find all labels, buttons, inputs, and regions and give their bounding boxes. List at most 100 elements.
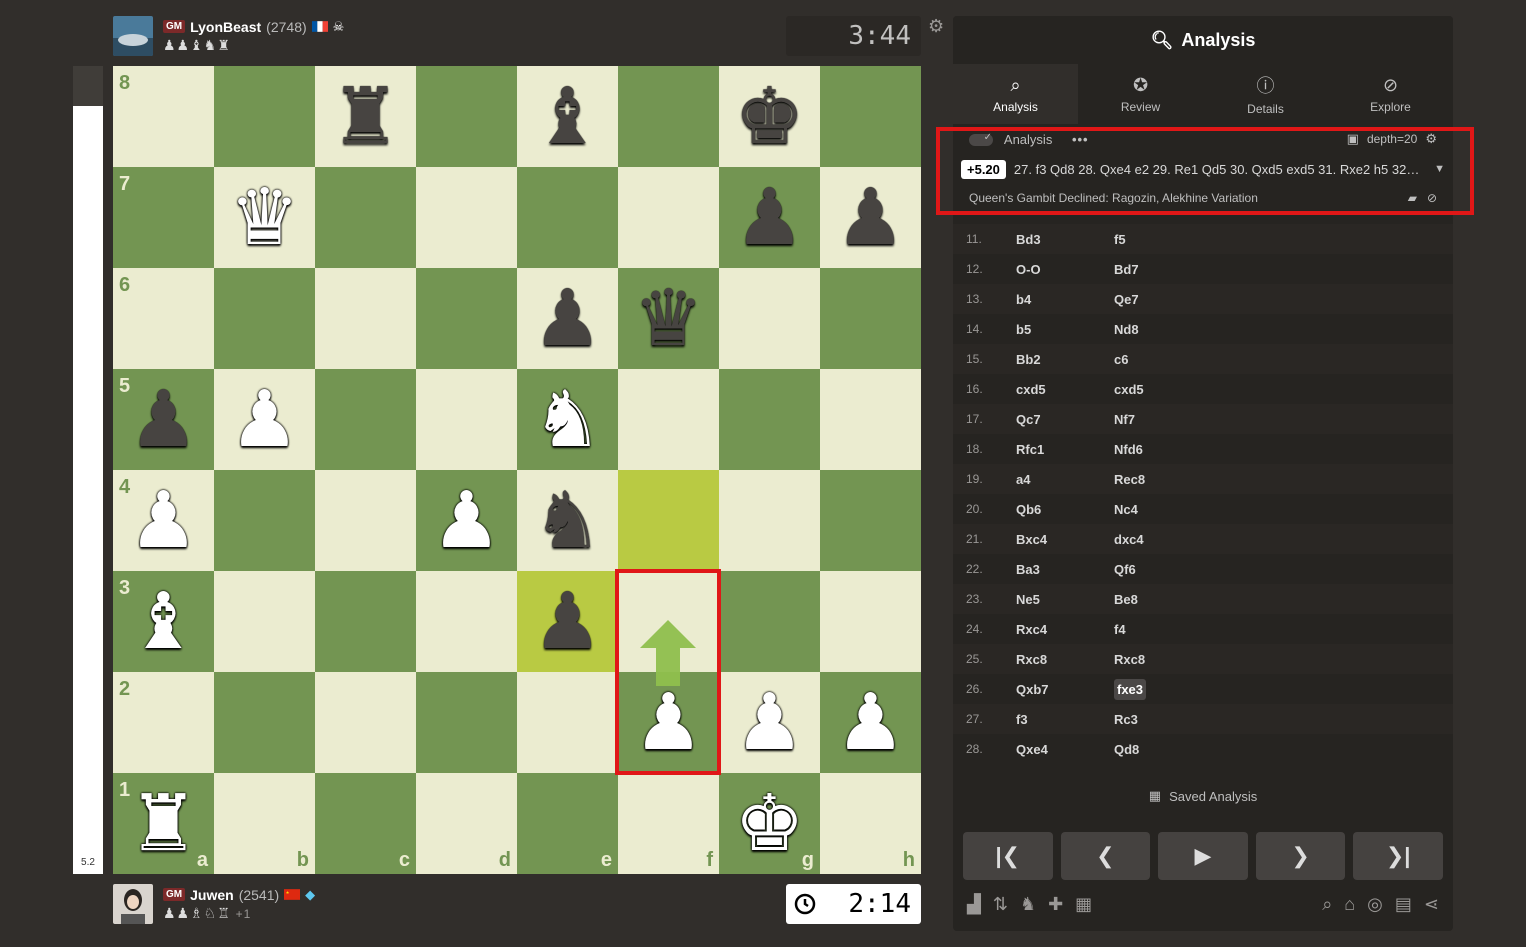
square-c3[interactable]	[315, 571, 416, 672]
square-a3[interactable]: 3 ♝	[113, 571, 214, 672]
square-a7[interactable]: 7	[113, 167, 214, 268]
square-c7[interactable]	[315, 167, 416, 268]
zoom-icon[interactable]: ⌕	[1322, 894, 1332, 918]
chess-board[interactable]: 8 ♜ ♝ ♚ 7 ♛ ♟ ♟ 6 ♟ ♛ 5 ♟ ♟ ♞ 4 ♟ ♟ ♞ 3 ♝ ♟ 2 ♟ ♟ ♟ 1 a ♜ b c d e f g ♚ h	[113, 66, 921, 874]
avatar[interactable]	[113, 16, 153, 56]
square-g5[interactable]	[719, 369, 820, 470]
white-pawn-icon[interactable]: ♟	[230, 381, 300, 459]
black-king-icon[interactable]: ♚	[735, 78, 805, 156]
black-pawn-icon[interactable]: ♟	[735, 179, 805, 257]
last-move-button[interactable]: ❯|	[1353, 832, 1443, 880]
library-icon[interactable]: ⌂	[1344, 894, 1355, 918]
black-rook-icon[interactable]: ♜	[331, 78, 401, 156]
flip-board-icon[interactable]: ⇅	[993, 894, 1008, 918]
square-h8[interactable]	[820, 66, 921, 167]
square-c5[interactable]	[315, 369, 416, 470]
square-b2[interactable]	[214, 672, 315, 773]
square-h5[interactable]	[820, 369, 921, 470]
square-h1[interactable]: h	[820, 773, 921, 874]
square-d5[interactable]	[416, 369, 517, 470]
black-move[interactable]: Qd8	[1114, 742, 1139, 757]
square-b8[interactable]	[214, 66, 315, 167]
white-move[interactable]: a4	[1016, 472, 1114, 487]
black-move[interactable]: Qe7	[1114, 292, 1139, 307]
black-move[interactable]: c6	[1114, 352, 1128, 367]
square-h4[interactable]	[820, 470, 921, 571]
square-b3[interactable]	[214, 571, 315, 672]
square-g7[interactable]: ♟	[719, 167, 820, 268]
white-move[interactable]: Qc7	[1016, 412, 1114, 427]
square-b7[interactable]: ♛	[214, 167, 315, 268]
square-g2[interactable]: ♟	[719, 672, 820, 773]
square-d3[interactable]	[416, 571, 517, 672]
white-pawn-icon[interactable]: ♟	[836, 684, 906, 762]
square-h2[interactable]: ♟	[820, 672, 921, 773]
square-d7[interactable]	[416, 167, 517, 268]
square-a4[interactable]: 4 ♟	[113, 470, 214, 571]
white-move[interactable]: O-O	[1016, 262, 1114, 277]
black-pawn-icon[interactable]: ♟	[533, 583, 603, 661]
square-g3[interactable]	[719, 571, 820, 672]
black-move[interactable]: Rc3	[1114, 712, 1138, 727]
square-b5[interactable]: ♟	[214, 369, 315, 470]
square-g4[interactable]	[719, 470, 820, 571]
white-pawn-icon[interactable]: ♟	[129, 482, 199, 560]
white-move[interactable]: b5	[1016, 322, 1114, 337]
white-move[interactable]: Ba3	[1016, 562, 1114, 577]
board-settings-gear-icon[interactable]: ⚙	[928, 16, 944, 37]
target-icon[interactable]: ◎	[1367, 894, 1383, 918]
square-a6[interactable]: 6	[113, 268, 214, 369]
tab-explore[interactable]: ⊘ Explore	[1328, 64, 1453, 124]
square-d2[interactable]	[416, 672, 517, 773]
square-e1[interactable]: e	[517, 773, 618, 874]
square-b4[interactable]	[214, 470, 315, 571]
square-d6[interactable]	[416, 268, 517, 369]
white-bishop-icon[interactable]: ♝	[129, 583, 199, 661]
square-g1[interactable]: g ♚	[719, 773, 820, 874]
black-move[interactable]: f4	[1114, 622, 1126, 637]
black-move[interactable]: Be8	[1114, 592, 1138, 607]
white-queen-icon[interactable]: ♛	[230, 179, 300, 257]
square-f8[interactable]	[618, 66, 719, 167]
white-knight-icon[interactable]: ♞	[533, 381, 603, 459]
white-move[interactable]: f3	[1016, 712, 1114, 727]
square-a8[interactable]: 8	[113, 66, 214, 167]
square-e8[interactable]: ♝	[517, 66, 618, 167]
square-f7[interactable]	[618, 167, 719, 268]
black-move[interactable]: dxc4	[1114, 532, 1144, 547]
square-a1[interactable]: 1 a ♜	[113, 773, 214, 874]
white-move[interactable]: cxd5	[1016, 382, 1114, 397]
square-e6[interactable]: ♟	[517, 268, 618, 369]
square-a2[interactable]: 2	[113, 672, 214, 773]
black-move[interactable]: Nd8	[1114, 322, 1139, 337]
white-rook-icon[interactable]: ♜	[129, 785, 199, 863]
square-f4[interactable]	[618, 470, 719, 571]
black-move[interactable]: cxd5	[1114, 382, 1144, 397]
black-move[interactable]: Rxc8	[1114, 652, 1145, 667]
square-d1[interactable]: d	[416, 773, 517, 874]
square-g8[interactable]: ♚	[719, 66, 820, 167]
square-e2[interactable]	[517, 672, 618, 773]
graph-icon[interactable]: ▟	[967, 894, 981, 918]
white-pawn-icon[interactable]: ♟	[735, 684, 805, 762]
black-bishop-icon[interactable]: ♝	[533, 78, 603, 156]
black-pawn-icon[interactable]: ♟	[836, 179, 906, 257]
tab-details[interactable]: ⓘ Details	[1203, 64, 1328, 124]
square-h3[interactable]	[820, 571, 921, 672]
square-h7[interactable]: ♟	[820, 167, 921, 268]
square-e7[interactable]	[517, 167, 618, 268]
square-e5[interactable]: ♞	[517, 369, 618, 470]
play-button[interactable]: ▶	[1158, 832, 1248, 880]
white-move[interactable]: Bb2	[1016, 352, 1114, 367]
square-c6[interactable]	[315, 268, 416, 369]
share-icon[interactable]: ⋖	[1424, 894, 1439, 918]
square-b1[interactable]: b	[214, 773, 315, 874]
next-move-button[interactable]: ❯	[1255, 832, 1346, 880]
square-c2[interactable]	[315, 672, 416, 773]
white-pawn-icon[interactable]: ♟	[432, 482, 502, 560]
square-c8[interactable]: ♜	[315, 66, 416, 167]
white-move[interactable]: Bxc4	[1016, 532, 1114, 547]
saved-analysis-link[interactable]: ▦ Saved Analysis	[953, 776, 1453, 816]
black-knight-icon[interactable]: ♞	[533, 482, 603, 560]
previous-move-button[interactable]: ❮	[1060, 832, 1151, 880]
